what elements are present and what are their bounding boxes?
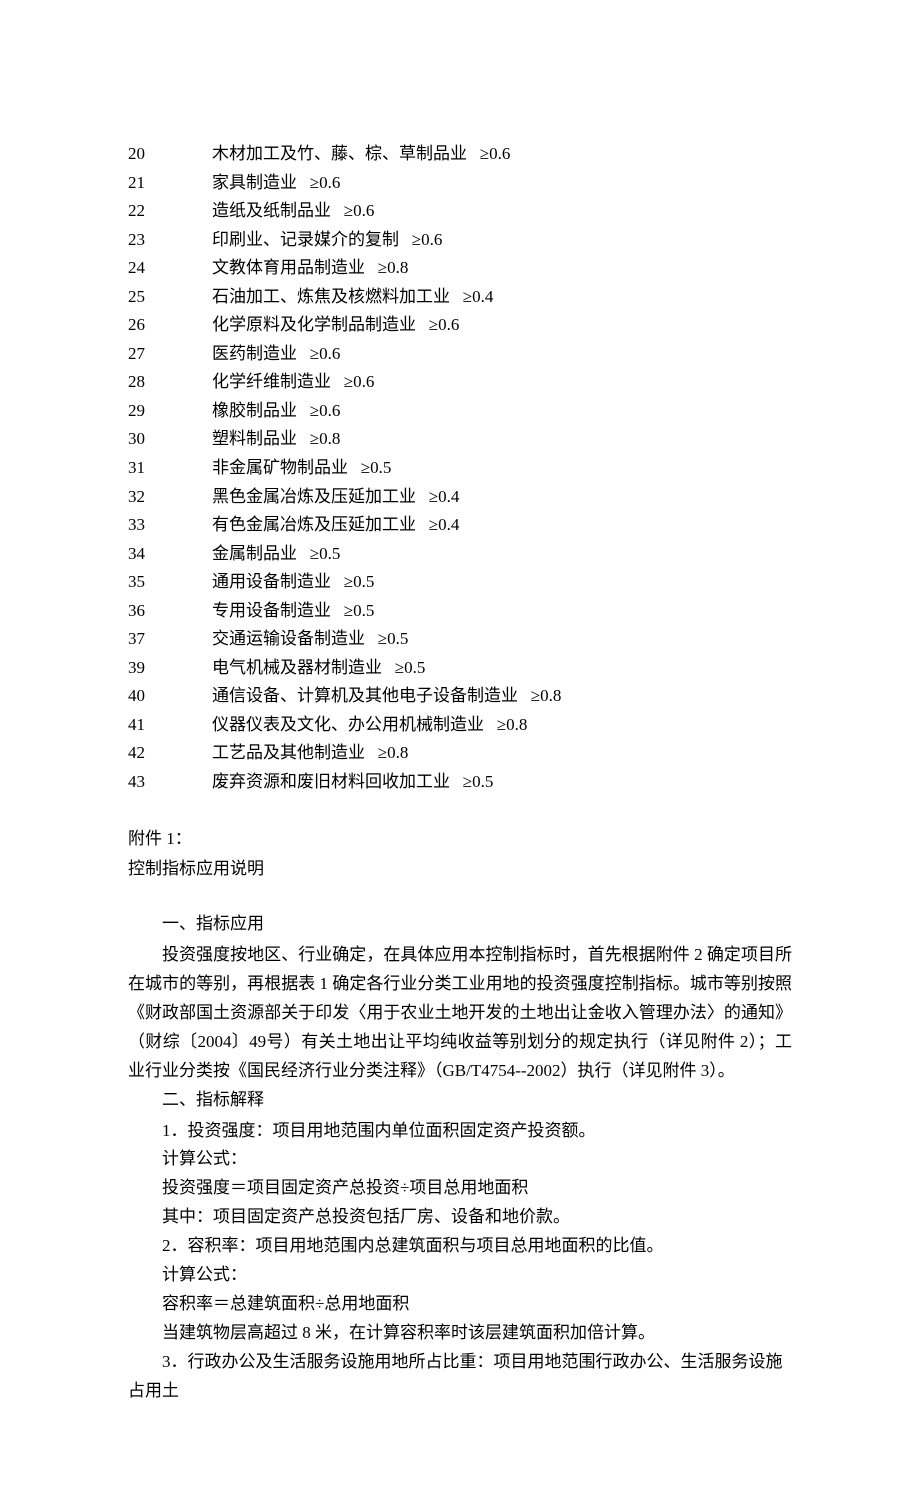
row-code: 26	[128, 311, 212, 340]
table-row: 20木材加工及竹、藤、棕、草制品业 ≥0.6	[128, 140, 792, 169]
row-code: 40	[128, 682, 212, 711]
row-name-value: 非金属矿物制品业 ≥0.5	[212, 454, 792, 483]
section-2-line-9: 3．行政办公及生活服务设施用地所占比重：项目用地范围行政办公、生活服务设施占用土	[128, 1348, 792, 1406]
section-2-line-2: 计算公式：	[128, 1145, 792, 1174]
row-code: 43	[128, 768, 212, 797]
table-row: 30塑料制品业 ≥0.8	[128, 425, 792, 454]
row-name-value: 医药制造业 ≥0.6	[212, 340, 792, 369]
row-name-value: 橡胶制品业 ≥0.6	[212, 397, 792, 426]
row-name-value: 木材加工及竹、藤、棕、草制品业 ≥0.6	[212, 140, 792, 169]
row-name-value: 通用设备制造业 ≥0.5	[212, 568, 792, 597]
row-code: 36	[128, 597, 212, 626]
row-name-value: 石油加工、炼焦及核燃料加工业 ≥0.4	[212, 283, 792, 312]
row-name-value: 造纸及纸制品业 ≥0.6	[212, 197, 792, 226]
section-2-title: 二、指标解释	[128, 1086, 792, 1115]
row-name-value: 仪器仪表及文化、办公用机械制造业 ≥0.8	[212, 711, 792, 740]
row-name-value: 家具制造业 ≥0.6	[212, 169, 792, 198]
table-row: 34金属制品业 ≥0.5	[128, 540, 792, 569]
section-2-line-3: 投资强度＝项目固定资产总投资÷项目总用地面积	[128, 1174, 792, 1203]
row-code: 32	[128, 483, 212, 512]
table-row: 36专用设备制造业 ≥0.5	[128, 597, 792, 626]
section-2-line-4: 其中：项目固定资产总投资包括厂房、设备和地价款。	[128, 1203, 792, 1232]
table-row: 43废弃资源和废旧材料回收加工业 ≥0.5	[128, 768, 792, 797]
row-code: 24	[128, 254, 212, 283]
row-name-value: 化学原料及化学制品制造业 ≥0.6	[212, 311, 792, 340]
row-name-value: 废弃资源和废旧材料回收加工业 ≥0.5	[212, 768, 792, 797]
table-row: 27医药制造业 ≥0.6	[128, 340, 792, 369]
row-code: 42	[128, 739, 212, 768]
row-code: 34	[128, 540, 212, 569]
table-row: 28化学纤维制造业 ≥0.6	[128, 368, 792, 397]
table-row: 25石油加工、炼焦及核燃料加工业 ≥0.4	[128, 283, 792, 312]
row-code: 29	[128, 397, 212, 426]
row-code: 23	[128, 226, 212, 255]
row-name-value: 专用设备制造业 ≥0.5	[212, 597, 792, 626]
row-code: 31	[128, 454, 212, 483]
row-code: 28	[128, 368, 212, 397]
row-code: 27	[128, 340, 212, 369]
row-name-value: 电气机械及器材制造业 ≥0.5	[212, 654, 792, 683]
row-code: 30	[128, 425, 212, 454]
table-row: 32黑色金属冶炼及压延加工业 ≥0.4	[128, 483, 792, 512]
row-name-value: 文教体育用品制造业 ≥0.8	[212, 254, 792, 283]
row-name-value: 化学纤维制造业 ≥0.6	[212, 368, 792, 397]
section-2-line-1: 1．投资强度：项目用地范围内单位面积固定资产投资额。	[128, 1117, 792, 1146]
section-1-paragraph: 投资强度按地区、行业确定，在具体应用本控制指标时，首先根据附件 2 确定项目所在…	[128, 941, 792, 1085]
section-2-line-6: 计算公式：	[128, 1261, 792, 1290]
row-name-value: 塑料制品业 ≥0.8	[212, 425, 792, 454]
section-1-title: 一、指标应用	[128, 910, 792, 939]
row-name-value: 交通运输设备制造业 ≥0.5	[212, 625, 792, 654]
row-code: 35	[128, 568, 212, 597]
table-row: 33有色金属冶炼及压延加工业 ≥0.4	[128, 511, 792, 540]
table-row: 26化学原料及化学制品制造业 ≥0.6	[128, 311, 792, 340]
table-row: 35通用设备制造业 ≥0.5	[128, 568, 792, 597]
row-name-value: 黑色金属冶炼及压延加工业 ≥0.4	[212, 483, 792, 512]
table-row: 22造纸及纸制品业 ≥0.6	[128, 197, 792, 226]
row-name-value: 印刷业、记录媒介的复制 ≥0.6	[212, 226, 792, 255]
table-row: 23印刷业、记录媒介的复制 ≥0.6	[128, 226, 792, 255]
table-row: 37交通运输设备制造业 ≥0.5	[128, 625, 792, 654]
table-row: 39电气机械及器材制造业 ≥0.5	[128, 654, 792, 683]
table-row: 21家具制造业 ≥0.6	[128, 169, 792, 198]
row-code: 33	[128, 511, 212, 540]
table-row: 42工艺品及其他制造业 ≥0.8	[128, 739, 792, 768]
table-row: 29橡胶制品业 ≥0.6	[128, 397, 792, 426]
table-row: 41仪器仪表及文化、办公用机械制造业 ≥0.8	[128, 711, 792, 740]
attachment-title: 控制指标应用说明	[128, 855, 792, 884]
row-code: 37	[128, 625, 212, 654]
attachment-number: 附件 1：	[128, 825, 792, 854]
section-2-line-5: 2．容积率：项目用地范围内总建筑面积与项目总用地面积的比值。	[128, 1232, 792, 1261]
row-code: 20	[128, 140, 212, 169]
row-code: 39	[128, 654, 212, 683]
industry-list: 20木材加工及竹、藤、棕、草制品业 ≥0.621家具制造业 ≥0.622造纸及纸…	[128, 140, 792, 797]
section-2-line-8: 当建筑物层高超过 8 米，在计算容积率时该层建筑面积加倍计算。	[128, 1319, 792, 1348]
row-name-value: 工艺品及其他制造业 ≥0.8	[212, 739, 792, 768]
table-row: 24文教体育用品制造业 ≥0.8	[128, 254, 792, 283]
row-code: 22	[128, 197, 212, 226]
row-code: 21	[128, 169, 212, 198]
row-code: 25	[128, 283, 212, 312]
row-name-value: 有色金属冶炼及压延加工业 ≥0.4	[212, 511, 792, 540]
row-name-value: 通信设备、计算机及其他电子设备制造业 ≥0.8	[212, 682, 792, 711]
row-code: 41	[128, 711, 212, 740]
table-row: 31非金属矿物制品业 ≥0.5	[128, 454, 792, 483]
table-row: 40通信设备、计算机及其他电子设备制造业 ≥0.8	[128, 682, 792, 711]
row-name-value: 金属制品业 ≥0.5	[212, 540, 792, 569]
section-2-line-7: 容积率＝总建筑面积÷总用地面积	[128, 1290, 792, 1319]
